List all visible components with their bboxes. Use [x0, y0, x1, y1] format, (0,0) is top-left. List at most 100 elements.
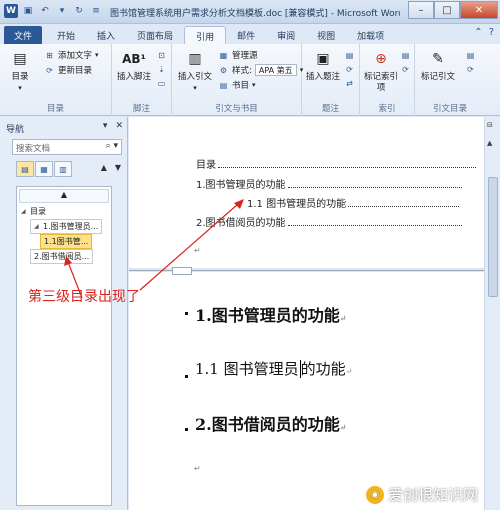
- insert-caption-button[interactable]: ▣ 插入题注: [304, 48, 342, 83]
- update-index-icon[interactable]: ⟳: [400, 64, 411, 75]
- page-break-marker: [172, 267, 192, 275]
- window-title: 图书馆管理系统用户需求分析文档模板.doc [兼容模式] - Microsoft…: [110, 9, 400, 19]
- citation-group-label: 引文与书目: [215, 104, 258, 114]
- browse-pages-tab[interactable]: ▦: [35, 161, 53, 177]
- tab-references[interactable]: 引用: [184, 26, 227, 44]
- heading-bullet: [185, 428, 188, 431]
- toc-button[interactable]: ▤ 目录 ▾: [6, 48, 34, 94]
- add-text-dropdown-icon: ▾: [95, 51, 99, 59]
- bibliography-dropdown-icon: ▾: [252, 81, 256, 89]
- update-toa-icon[interactable]: ⟳: [465, 64, 476, 75]
- toc-icon: ▤: [13, 50, 27, 67]
- collapse-icon: ◢: [34, 223, 39, 230]
- help-icon[interactable]: ?: [489, 27, 494, 38]
- citation-group: ▥ 插入引文 ▾ ▦ 管理源 ⚙ 样式: APA 第五 ▾ ▤ 书目 ▾ 引文与…: [172, 44, 303, 116]
- insert-index-icon[interactable]: ▤: [400, 50, 411, 61]
- add-text-icon: ⊞: [46, 50, 53, 60]
- tab-view[interactable]: 视图: [306, 26, 346, 44]
- tree-node-section-1-1[interactable]: 1.1图书管...: [40, 234, 93, 249]
- update-table-icon[interactable]: ⟳: [344, 64, 355, 75]
- tab-mailings[interactable]: 邮件: [226, 26, 266, 44]
- index-group: ⊕ 标记索引项 ▤ ⟳ 索引: [360, 44, 415, 116]
- insert-citation-dropdown-icon: ▾: [193, 84, 197, 92]
- minimize-button[interactable]: –: [408, 1, 434, 19]
- minimize-ribbon-icon[interactable]: ⌃: [474, 27, 482, 38]
- search-icon[interactable]: ⌕ ▾: [106, 141, 118, 151]
- vertical-scrollbar[interactable]: ⊟ ▲: [484, 117, 500, 510]
- heading-1-1[interactable]: 1.1 图书管理员 的功能↵: [195, 358, 352, 379]
- tab-page-layout[interactable]: 页面布局: [126, 26, 184, 44]
- tree-node-section-1[interactable]: ◢ 1.图书管理员...: [30, 219, 103, 234]
- tree-node-section-2[interactable]: 2.图书借阅员...: [30, 249, 94, 264]
- paragraph-mark: ↵: [194, 246, 201, 255]
- ribbon-tabs: 文件 开始 插入 页面布局 引用 邮件 审阅 视图 加载项 ⌃ ?: [0, 24, 500, 44]
- nav-options-icon[interactable]: ▾: [103, 121, 108, 131]
- bibliography-button[interactable]: ▤ 书目 ▾: [218, 79, 256, 92]
- tab-addins[interactable]: 加载项: [346, 26, 395, 44]
- customize-qat-icon[interactable]: ≡: [89, 4, 103, 18]
- scroll-thumb[interactable]: [488, 177, 498, 297]
- footnote-icon: AB¹: [122, 51, 146, 66]
- undo-dropdown-icon[interactable]: ▾: [55, 4, 69, 18]
- insert-toa-icon[interactable]: ▤: [465, 50, 476, 61]
- save-icon[interactable]: ▣: [21, 4, 35, 18]
- heading-bullet: [185, 375, 188, 378]
- nav-close-icon[interactable]: ✕: [115, 121, 123, 131]
- insert-footnote-button[interactable]: AB¹ 插入脚注: [114, 48, 154, 83]
- toc-group-label: 目录: [46, 104, 64, 114]
- cross-reference-icon[interactable]: ⇄: [344, 78, 355, 89]
- style-icon: ⚙: [219, 65, 228, 75]
- tree-scroll-up[interactable]: ▲: [19, 189, 109, 203]
- toc-title[interactable]: 目录: [196, 156, 476, 171]
- ruler-toggle-icon[interactable]: ⊟: [487, 121, 493, 129]
- toc-entry-1[interactable]: 1.图书管理员的功能: [196, 176, 462, 191]
- tree-node-toc[interactable]: ◢ 目录: [21, 206, 46, 217]
- tab-home[interactable]: 开始: [46, 26, 86, 44]
- add-text-button[interactable]: ⊞ 添加文字 ▾: [44, 49, 99, 62]
- insert-table-of-figures-icon[interactable]: ▤: [344, 50, 355, 61]
- manage-sources-button[interactable]: ▦ 管理源: [218, 49, 258, 62]
- update-toc-button[interactable]: ⟳ 更新目录: [44, 64, 92, 77]
- previous-heading-icon[interactable]: ▲: [101, 163, 107, 172]
- mark-entry-button[interactable]: ⊕ 标记索引项: [364, 48, 398, 94]
- mark-entry-icon: ⊕: [375, 50, 387, 67]
- insert-caption-icon: ▣: [316, 50, 330, 67]
- tab-insert[interactable]: 插入: [86, 26, 126, 44]
- scroll-up-icon[interactable]: ▲: [487, 139, 492, 147]
- title-bar: W ▣ ↶ ▾ ↻ ≡ 图书馆管理系统用户需求分析文档模板.doc [兼容模式]…: [0, 0, 500, 24]
- close-button[interactable]: ✕: [460, 1, 498, 19]
- toc-leader: [218, 167, 476, 168]
- insert-citation-icon: ▥: [188, 50, 202, 67]
- quick-access-toolbar: W ▣ ↶ ▾ ↻ ≡: [4, 4, 103, 18]
- show-notes-icon[interactable]: ▭: [156, 78, 167, 89]
- maximize-button[interactable]: □: [434, 1, 460, 19]
- browse-results-tab[interactable]: ▥: [54, 161, 72, 177]
- heading-2[interactable]: 2.图书借阅员的功能↵: [195, 411, 346, 435]
- browse-headings-tab[interactable]: ▤: [16, 161, 34, 177]
- style-selector[interactable]: ⚙ 样式: APA 第五 ▾: [218, 64, 303, 76]
- next-heading-icon[interactable]: ▼: [115, 163, 121, 172]
- tab-file[interactable]: 文件: [4, 26, 43, 44]
- word-app-icon[interactable]: W: [4, 4, 18, 18]
- toc-entry-1-1[interactable]: 1.1 图书管理员的功能: [247, 195, 460, 210]
- toc-group: ▤ 目录 ▾ ⊞ 添加文字 ▾ ⟳ 更新目录 目录: [0, 44, 112, 116]
- style-dropdown[interactable]: APA 第五: [254, 64, 297, 76]
- manage-sources-icon: ▦: [219, 50, 228, 60]
- heading-1[interactable]: 1.图书管理员的功能↵: [195, 302, 346, 326]
- toc-entry-2[interactable]: 2.图书借阅员的功能: [196, 214, 462, 229]
- insert-citation-button[interactable]: ▥ 插入引文 ▾: [176, 48, 214, 94]
- footnote-group: AB¹ 插入脚注 ⊡ ⇣ ▭ 脚注: [112, 44, 172, 116]
- mark-citation-icon: ✎: [432, 50, 444, 67]
- undo-icon[interactable]: ↶: [38, 4, 52, 18]
- insert-endnote-icon[interactable]: ⊡: [156, 50, 167, 61]
- annotation-text: 第三级目录出现了: [28, 289, 140, 305]
- mark-citation-button[interactable]: ✎ 标记引文: [419, 48, 457, 83]
- next-footnote-icon[interactable]: ⇣: [156, 64, 167, 75]
- footnote-group-label: 脚注: [132, 104, 150, 114]
- toa-group-label: 引文目录: [432, 104, 467, 114]
- nav-search-input[interactable]: 搜索文档 ⌕ ▾: [12, 139, 122, 155]
- toc-leader: [287, 225, 462, 226]
- tab-review[interactable]: 审阅: [266, 26, 306, 44]
- redo-icon[interactable]: ↻: [72, 4, 86, 18]
- watermark: ◉ 爱创根知识网: [366, 484, 478, 505]
